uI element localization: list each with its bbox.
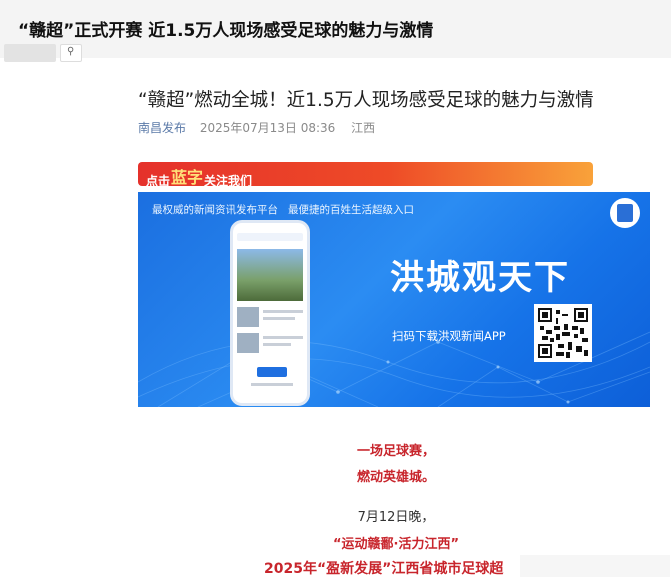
banner-headline: 洪城观天下 xyxy=(390,258,570,298)
page-title: “赣超”正式开赛 近1.5万人现场感受足球的魅力与激情 xyxy=(18,21,434,41)
article-title: “赣超”燃动全城！近1.5万人现场感受足球的魅力与激情 xyxy=(138,90,594,111)
article-source-link[interactable]: 南昌发布 xyxy=(138,121,186,135)
banner-tagline-left: 最权威的新闻资讯发布平台 xyxy=(152,204,278,216)
article-meta: 南昌发布 2025年07月13日 08:36 江西 xyxy=(138,119,375,136)
banner-tagline-right: 最便捷的百姓生活超级入口 xyxy=(288,204,414,216)
toolbar-chip[interactable] xyxy=(4,44,56,62)
phone-mockup xyxy=(230,220,310,406)
toolbar-strip: ⚲ xyxy=(0,42,90,66)
follow-highlight: 蓝字 xyxy=(171,168,204,187)
follow-banner[interactable]: 点击蓝字关注我们 xyxy=(138,162,593,188)
article-datetime: 2025年07月13日 08:36 xyxy=(199,121,336,135)
page-header: “赣超”正式开赛 近1.5万人现场感受足球的魅力与激情 xyxy=(0,0,671,58)
follow-suffix: 关注我们 xyxy=(204,174,253,188)
search-button[interactable]: ⚲ xyxy=(60,44,82,62)
body-line-3: 7月12日晚， xyxy=(357,510,435,525)
qr-code-icon xyxy=(538,308,588,358)
follow-text: 点击蓝字关注我们 xyxy=(146,166,252,190)
follow-prefix: 点击 xyxy=(146,174,171,188)
qr-code[interactable] xyxy=(534,304,592,362)
app-promo-banner[interactable]: 最权威的新闻资讯发布平台 最便捷的百姓生活超级入口 洪城观天下 扫码下载洪观新闻A… xyxy=(138,192,650,407)
banner-tagline: 最权威的新闻资讯发布平台 最便捷的百姓生活超级入口 xyxy=(152,202,414,217)
body-line-4: “运动赣鄱·活力江西” xyxy=(332,537,460,552)
search-icon: ⚲ xyxy=(67,46,75,57)
overlay-bar xyxy=(520,555,670,577)
article-region: 江西 xyxy=(351,121,376,135)
emblem-icon xyxy=(610,198,640,228)
banner-download-text: 扫码下载洪观新闻APP xyxy=(392,329,506,343)
body-line-2: 燃动英雄城。 xyxy=(356,470,435,485)
network-graphic xyxy=(138,331,650,407)
app-logo xyxy=(257,367,287,377)
body-line-1: 一场足球赛， xyxy=(356,444,435,459)
